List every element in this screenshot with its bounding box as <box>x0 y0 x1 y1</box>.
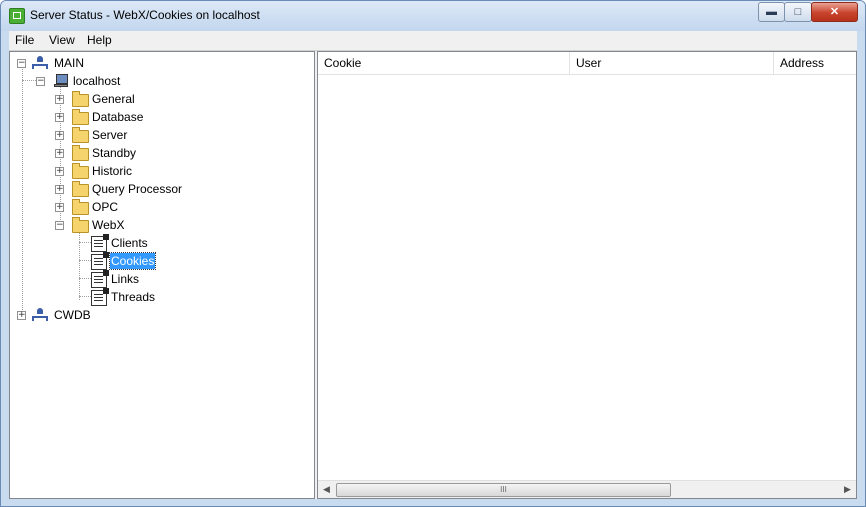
tree-node-clients[interactable]: Clients <box>10 234 310 252</box>
expand-icon[interactable]: + <box>55 185 64 194</box>
folder-icon <box>72 145 89 161</box>
column-header-address[interactable]: Address <box>774 52 856 74</box>
folder-icon <box>72 217 89 233</box>
computer-icon <box>54 74 68 88</box>
tree-node-threads[interactable]: Threads <box>10 288 310 306</box>
tree-node-localhost[interactable]: − localhost <box>10 73 310 89</box>
column-header-row: Cookie User Address <box>318 52 856 75</box>
tree-label: OPC <box>92 200 119 214</box>
minimize-button[interactable]: ▬ <box>758 2 785 22</box>
collapse-icon[interactable]: − <box>55 221 64 230</box>
network-icon <box>32 56 48 70</box>
tree-view[interactable]: − MAIN − localhost + General + Database <box>9 51 315 499</box>
report-icon <box>91 270 109 288</box>
tree-label: Server <box>92 128 128 142</box>
expand-icon[interactable]: + <box>55 113 64 122</box>
app-icon <box>9 8 25 24</box>
tree-node-links[interactable]: Links <box>10 270 310 288</box>
tree-label: WebX <box>92 218 125 232</box>
expand-icon[interactable]: + <box>55 131 64 140</box>
tree-label: Clients <box>111 236 148 250</box>
menu-file[interactable]: File <box>15 33 34 47</box>
list-view[interactable]: Cookie User Address ◀ III ▶ <box>317 51 857 499</box>
folder-icon <box>72 91 89 107</box>
close-button[interactable]: ✕ <box>811 2 858 22</box>
tree-label: Historic <box>92 164 133 178</box>
tree-node-main[interactable]: − MAIN <box>10 55 310 71</box>
tree-label-selected: Cookies <box>108 252 157 270</box>
tree-label: localhost <box>73 74 121 88</box>
tree-node-server[interactable]: + Server <box>10 127 310 143</box>
tree-label: Threads <box>111 290 156 304</box>
folder-icon <box>72 109 89 125</box>
collapse-icon[interactable]: − <box>36 77 45 86</box>
content-area: − MAIN − localhost + General + Database <box>9 51 857 499</box>
expand-icon[interactable]: + <box>17 311 26 320</box>
window-title: Server Status - WebX/Cookies on localhos… <box>30 8 260 22</box>
tree-node-database[interactable]: + Database <box>10 109 310 125</box>
network-icon <box>32 308 48 322</box>
tree-node-query-processor[interactable]: + Query Processor <box>10 181 310 197</box>
scroll-left-icon[interactable]: ◀ <box>318 481 335 498</box>
expand-icon[interactable]: + <box>55 95 64 104</box>
tree-label: Database <box>92 110 144 124</box>
main-window: Server Status - WebX/Cookies on localhos… <box>0 0 866 507</box>
tree-label: Links <box>111 272 140 286</box>
menu-view[interactable]: View <box>49 33 75 47</box>
tree-label: MAIN <box>54 56 84 70</box>
tree-label: Standby <box>92 146 137 160</box>
report-icon <box>91 252 109 270</box>
tree-node-standby[interactable]: + Standby <box>10 145 310 161</box>
horizontal-scrollbar[interactable]: ◀ III ▶ <box>318 480 856 498</box>
folder-icon <box>72 163 89 179</box>
column-header-cookie[interactable]: Cookie <box>318 52 570 74</box>
tree-label: General <box>92 92 135 106</box>
tree-label: CWDB <box>54 308 91 322</box>
expand-icon[interactable]: + <box>55 149 64 158</box>
tree-node-webx[interactable]: − WebX <box>10 217 310 233</box>
folder-icon <box>72 127 89 143</box>
folder-icon <box>72 181 89 197</box>
report-icon <box>91 234 109 252</box>
tree-node-general[interactable]: + General <box>10 91 310 107</box>
scroll-right-icon[interactable]: ▶ <box>839 481 856 498</box>
tree-node-opc[interactable]: + OPC <box>10 199 310 215</box>
menu-help[interactable]: Help <box>87 33 112 47</box>
expand-icon[interactable]: + <box>55 167 64 176</box>
column-header-user[interactable]: User <box>570 52 774 74</box>
tree-node-cwdb[interactable]: + CWDB <box>10 307 310 323</box>
title-bar[interactable]: Server Status - WebX/Cookies on localhos… <box>1 1 865 31</box>
tree-node-cookies[interactable]: Cookies <box>10 252 310 270</box>
report-icon <box>91 288 109 306</box>
scroll-thumb[interactable]: III <box>336 483 671 497</box>
tree-node-historic[interactable]: + Historic <box>10 163 310 179</box>
menu-bar: File View Help <box>9 31 857 51</box>
expand-icon[interactable]: + <box>55 203 64 212</box>
window-bottom-border <box>1 499 865 506</box>
folder-icon <box>72 199 89 215</box>
tree-label: Query Processor <box>92 182 183 196</box>
maximize-button[interactable]: □ <box>784 2 812 22</box>
collapse-icon[interactable]: − <box>17 59 26 68</box>
